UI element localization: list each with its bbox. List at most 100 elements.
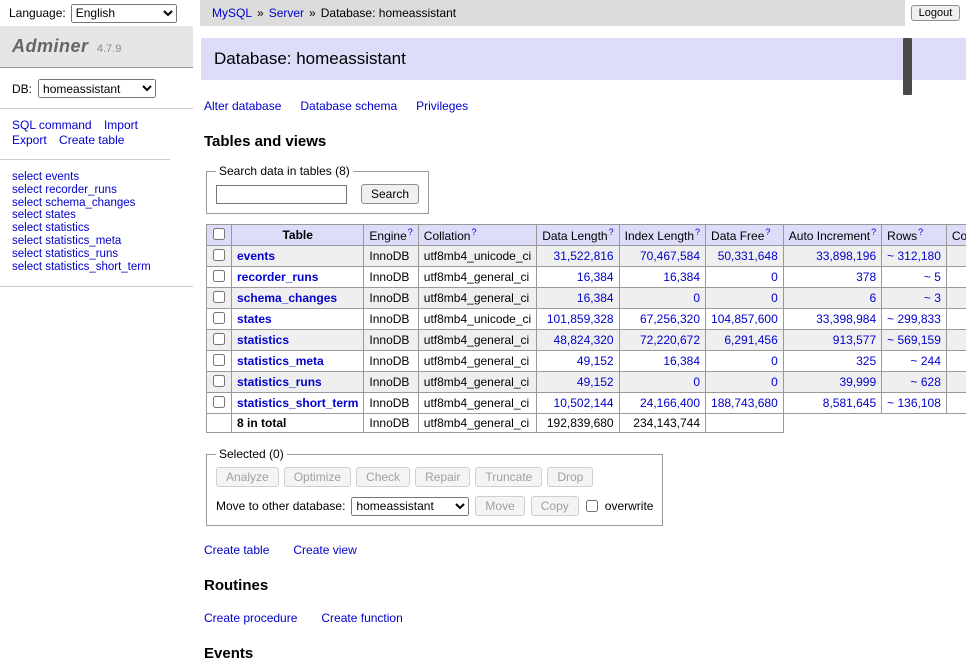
- check-button[interactable]: Check: [356, 467, 410, 487]
- table-name-link[interactable]: states: [237, 312, 272, 326]
- sidebar-table-link-statistics[interactable]: select statistics: [12, 222, 181, 235]
- create-procedure-link[interactable]: Create procedure: [204, 611, 297, 625]
- data-length-link[interactable]: 49,152: [577, 375, 614, 389]
- auto-increment-link[interactable]: 325: [856, 354, 876, 368]
- select-all-checkbox[interactable]: [213, 228, 225, 240]
- row-checkbox[interactable]: [213, 375, 225, 387]
- create-function-link[interactable]: Create function: [321, 611, 402, 625]
- copy-button[interactable]: Copy: [531, 496, 579, 516]
- index-length-link[interactable]: 24,166,400: [640, 396, 700, 410]
- help-link-icon[interactable]: ?: [609, 227, 614, 237]
- rows-count-link[interactable]: ~ 628: [911, 375, 941, 389]
- data-free-link[interactable]: 0: [771, 375, 778, 389]
- breadcrumb-link-mysql[interactable]: MySQL: [212, 6, 252, 20]
- analyze-button[interactable]: Analyze: [216, 467, 279, 487]
- index-length-link[interactable]: 67,256,320: [640, 312, 700, 326]
- sidebar-table-link-statistics-runs[interactable]: select statistics_runs: [12, 248, 181, 261]
- sidebar-create-table-link[interactable]: Create table: [59, 133, 124, 148]
- move-button[interactable]: Move: [475, 496, 524, 516]
- help-link-icon[interactable]: ?: [695, 227, 700, 237]
- data-length-link[interactable]: 101,859,328: [547, 312, 614, 326]
- index-length-link[interactable]: 16,384: [663, 354, 700, 368]
- rows-count-link[interactable]: ~ 312,180: [887, 249, 941, 263]
- index-length-link[interactable]: 16,384: [663, 270, 700, 284]
- search-button[interactable]: Search: [361, 184, 419, 204]
- overwrite-checkbox[interactable]: [586, 500, 598, 512]
- table-name-link[interactable]: statistics_short_term: [237, 396, 358, 410]
- row-checkbox[interactable]: [213, 354, 225, 366]
- rows-count-link[interactable]: ~ 136,108: [887, 396, 941, 410]
- data-length-link[interactable]: 16,384: [577, 291, 614, 305]
- optimize-button[interactable]: Optimize: [284, 467, 351, 487]
- repair-button[interactable]: Repair: [415, 467, 470, 487]
- sidebar-table-link-schema-changes[interactable]: select schema_changes: [12, 197, 181, 210]
- data-length-link[interactable]: 16,384: [577, 270, 614, 284]
- data-free-link[interactable]: 0: [771, 291, 778, 305]
- data-free-link[interactable]: 0: [771, 354, 778, 368]
- language-select[interactable]: English: [71, 4, 177, 23]
- help-link-icon[interactable]: ?: [408, 227, 413, 237]
- move-database-select[interactable]: homeassistant: [351, 497, 469, 516]
- index-length-link[interactable]: 0: [693, 375, 700, 389]
- create-view-link[interactable]: Create view: [293, 543, 356, 557]
- logout-button[interactable]: Logout: [911, 5, 961, 21]
- sidebar-table-link-statistics-meta[interactable]: select statistics_meta: [12, 235, 181, 248]
- data-length-link[interactable]: 31,522,816: [554, 249, 614, 263]
- data-free-link[interactable]: 104,857,600: [711, 312, 778, 326]
- create-table-link[interactable]: Create table: [204, 543, 269, 557]
- drop-button[interactable]: Drop: [547, 467, 593, 487]
- sidebar-table-link-recorder-runs[interactable]: select recorder_runs: [12, 184, 181, 197]
- row-checkbox[interactable]: [213, 249, 225, 261]
- table-name-link[interactable]: statistics_runs: [237, 375, 322, 389]
- db-select[interactable]: homeassistant: [38, 79, 156, 98]
- breadcrumb-link-server[interactable]: Server: [269, 6, 304, 20]
- rows-count-link[interactable]: ~ 569,159: [887, 333, 941, 347]
- index-length-link[interactable]: 0: [693, 291, 700, 305]
- help-link-icon[interactable]: ?: [918, 227, 923, 237]
- row-checkbox[interactable]: [213, 396, 225, 408]
- sidebar-table-link-statistics-short-term[interactable]: select statistics_short_term: [12, 261, 181, 274]
- data-length-link[interactable]: 49,152: [577, 354, 614, 368]
- rows-count-link[interactable]: ~ 244: [911, 354, 941, 368]
- data-free-link[interactable]: 188,743,680: [711, 396, 778, 410]
- data-free-link[interactable]: 0: [771, 270, 778, 284]
- alter-database-link[interactable]: Alter database: [204, 99, 281, 113]
- table-name-link[interactable]: events: [237, 249, 275, 263]
- table-name-link[interactable]: recorder_runs: [237, 270, 318, 284]
- help-link-icon[interactable]: ?: [471, 227, 476, 237]
- privileges-link[interactable]: Privileges: [416, 99, 468, 113]
- row-checkbox[interactable]: [213, 270, 225, 282]
- auto-increment-link[interactable]: 378: [856, 270, 876, 284]
- help-link-icon[interactable]: ?: [871, 227, 876, 237]
- table-name-link[interactable]: statistics_meta: [237, 354, 324, 368]
- auto-increment-link[interactable]: 913,577: [833, 333, 876, 347]
- truncate-button[interactable]: Truncate: [475, 467, 542, 487]
- database-schema-link[interactable]: Database schema: [300, 99, 397, 113]
- scrollbar-thumb[interactable]: [903, 38, 912, 95]
- search-input[interactable]: [216, 185, 347, 204]
- sidebar-table-link-states[interactable]: select states: [12, 209, 181, 222]
- help-link-icon[interactable]: ?: [765, 227, 770, 237]
- sql-command-link[interactable]: SQL command: [12, 118, 92, 133]
- rows-count-link[interactable]: ~ 5: [924, 270, 941, 284]
- auto-increment-link[interactable]: 33,398,984: [816, 312, 876, 326]
- table-name-link[interactable]: statistics: [237, 333, 289, 347]
- auto-increment-link[interactable]: 6: [869, 291, 876, 305]
- export-link[interactable]: Export: [12, 133, 47, 148]
- row-checkbox[interactable]: [213, 291, 225, 303]
- rows-count-link[interactable]: ~ 3: [924, 291, 941, 305]
- data-free-link[interactable]: 6,291,456: [724, 333, 777, 347]
- auto-increment-link[interactable]: 8,581,645: [823, 396, 876, 410]
- auto-increment-link[interactable]: 33,898,196: [816, 249, 876, 263]
- adminer-logo-link[interactable]: Adminer: [12, 36, 89, 56]
- data-length-link[interactable]: 10,502,144: [554, 396, 614, 410]
- index-length-link[interactable]: 72,220,672: [640, 333, 700, 347]
- index-length-link[interactable]: 70,467,584: [640, 249, 700, 263]
- auto-increment-link[interactable]: 39,999: [839, 375, 876, 389]
- row-checkbox[interactable]: [213, 312, 225, 324]
- rows-count-link[interactable]: ~ 299,833: [887, 312, 941, 326]
- sidebar-table-link-events[interactable]: select events: [12, 171, 181, 184]
- import-link[interactable]: Import: [104, 118, 138, 133]
- table-name-link[interactable]: schema_changes: [237, 291, 337, 305]
- data-free-link[interactable]: 50,331,648: [718, 249, 778, 263]
